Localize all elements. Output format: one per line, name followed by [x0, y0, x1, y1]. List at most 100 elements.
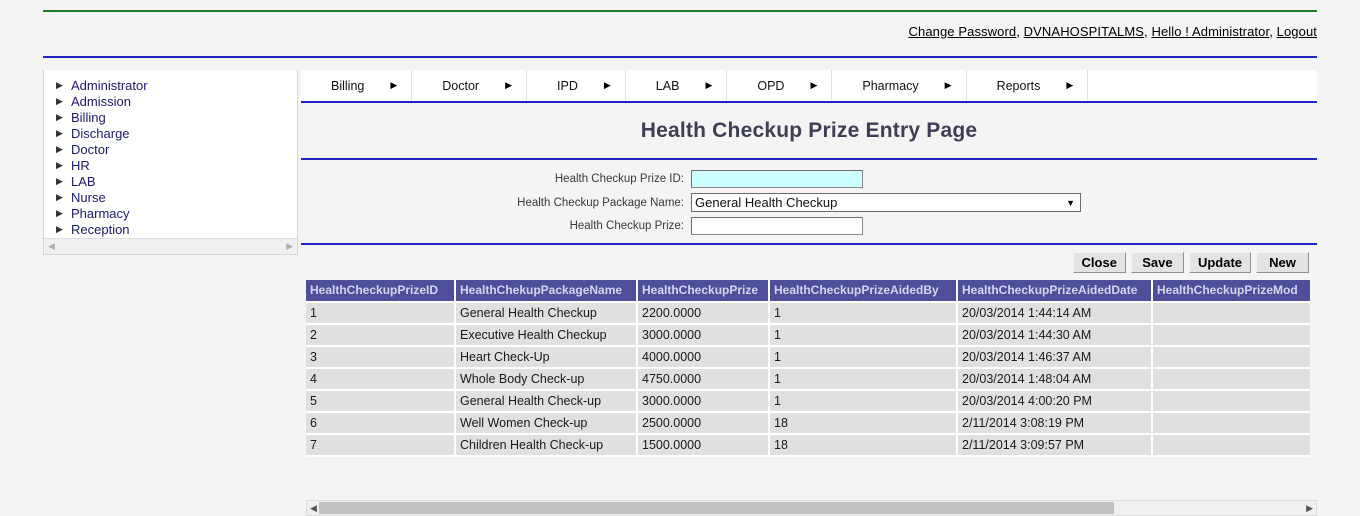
menu-item-label: IPD — [557, 78, 578, 93]
hscroll-left-arrow-icon[interactable]: ◀ — [310, 502, 317, 514]
sidebar-item-label: LAB — [71, 173, 96, 189]
save-button[interactable]: Save — [1130, 252, 1184, 273]
table-row[interactable]: 7 Children Health Check-up 1500.0000 18 2/11… — [306, 435, 1310, 457]
sidebar-item-hr[interactable]: ▶ HR — [44, 157, 297, 173]
user-greeting-link[interactable]: Hello ! Administrator — [1151, 24, 1269, 39]
header-blue-divider — [43, 56, 1317, 58]
header-green-divider — [43, 10, 1317, 12]
sidebar-item-discharge[interactable]: ▶ Discharge — [44, 125, 297, 141]
health-checkup-prize-label: Health Checkup Prize: — [569, 220, 684, 232]
chevron-right-icon: ▶ — [56, 95, 63, 106]
chevron-right-icon: ▶ — [56, 143, 63, 154]
sidebar-item-reception[interactable]: ▶ Reception — [44, 221, 297, 237]
change-password-link[interactable]: Change Password — [909, 24, 1017, 39]
table-cell: 1 — [770, 303, 958, 325]
chevron-right-icon: ▶ — [56, 127, 63, 138]
table-cell: 2/11/2014 3:08:19 PM — [958, 413, 1153, 435]
menu-item-opd[interactable]: OPD ▶ — [727, 70, 833, 101]
menu-item-lab[interactable]: LAB ▶ — [625, 70, 728, 101]
table-cell: 5 — [306, 391, 456, 413]
entry-form: Health Checkup Prize ID: Health Checkup P… — [301, 160, 1317, 245]
table-cell — [1153, 325, 1310, 347]
scroll-left-arrow-icon[interactable]: ◀ — [48, 241, 55, 252]
hscroll-right-arrow-icon[interactable]: ▶ — [1306, 502, 1313, 514]
sidebar-item-label: HR — [71, 157, 90, 173]
sidebar-horizontal-scrollbar[interactable]: ◀ ▶ — [44, 238, 297, 254]
chevron-right-icon: ▶ — [603, 80, 611, 90]
menu-item-label: Reports — [996, 78, 1041, 93]
link-separator-3: , — [1269, 24, 1277, 39]
table-row[interactable]: 2 Executive Health Checkup 3000.0000 1 20/03… — [306, 325, 1310, 347]
table-cell: 1 — [770, 325, 958, 347]
table-cell: General Health Check-up — [456, 391, 638, 413]
table-cell: 1 — [770, 391, 958, 413]
chevron-right-icon: ▶ — [56, 223, 63, 234]
table-row[interactable]: 1 General Health Checkup 2200.0000 1 20/03/2… — [306, 303, 1310, 325]
health-checkup-prize-input[interactable] — [691, 217, 863, 235]
column-header-4[interactable]: HealthCheckupPrizeAidedDate — [958, 280, 1153, 303]
chevron-right-icon: ▶ — [56, 207, 63, 218]
sidebar-item-admission[interactable]: ▶ Admission — [44, 93, 297, 109]
table-cell: 2 — [306, 325, 456, 347]
sidebar-item-label: Admission — [71, 93, 131, 109]
column-header-5[interactable]: HealthCheckupPrizeMod — [1153, 280, 1310, 303]
table-cell: Whole Body Check-up — [456, 369, 638, 391]
page-horizontal-scrollbar[interactable]: ◀ ▶ — [306, 500, 1317, 516]
chevron-right-icon: ▶ — [56, 159, 63, 170]
sidebar-item-label: Nurse — [71, 189, 106, 205]
table-cell: 20/03/2014 1:44:30 AM — [958, 325, 1153, 347]
form-row-health-checkup-package-name: Health Checkup Package Name: General Heal… — [301, 193, 1317, 212]
menu-item-pharmacy[interactable]: Pharmacy ▶ — [832, 70, 967, 101]
menu-item-billing[interactable]: Billing ▶ — [301, 70, 413, 101]
app-page: Change Password, DVNAHOSPITALMS, Hello !… — [0, 0, 1360, 516]
menu-item-ipd[interactable]: IPD ▶ — [527, 70, 626, 101]
column-header-1[interactable]: HealthChekupPackageName — [456, 280, 638, 303]
column-header-2[interactable]: HealthCheckupPrize — [638, 280, 770, 303]
sidebar-item-pharmacy[interactable]: ▶ Pharmacy — [44, 205, 297, 221]
menu-item-doctor[interactable]: Doctor ▶ — [412, 70, 528, 101]
table-cell: 18 — [770, 435, 958, 457]
chevron-down-icon[interactable]: ▼ — [1066, 198, 1077, 208]
chevron-right-icon: ▶ — [56, 175, 63, 186]
menu-item-reports[interactable]: Reports ▶ — [966, 70, 1089, 101]
table-cell: General Health Checkup — [456, 303, 638, 325]
form-row-health-checkup-prize: Health Checkup Prize: — [301, 217, 1317, 235]
new-button[interactable]: New — [1256, 252, 1309, 273]
logout-link[interactable]: Logout — [1277, 24, 1317, 39]
table-header-row: HealthCheckupPrizeID HealthChekupPackageN… — [306, 280, 1310, 303]
table-row[interactable]: 5 General Health Check-up 3000.0000 1 20/03/… — [306, 391, 1310, 413]
health-checkup-package-name-select[interactable]: General Health Checkup ▼ — [691, 193, 1081, 212]
sidebar-item-administrator[interactable]: ▶ Administrator — [44, 77, 297, 93]
sidebar-item-nurse[interactable]: ▶ Nurse — [44, 189, 297, 205]
menu-item-label: Doctor — [442, 78, 480, 93]
form-row-health-checkup-prize-id: Health Checkup Prize ID: — [301, 170, 1317, 188]
hscroll-thumb[interactable] — [319, 502, 1114, 514]
chevron-right-icon: ▶ — [944, 80, 952, 90]
sidebar-item-billing[interactable]: ▶ Billing — [44, 109, 297, 125]
health-checkup-package-name-selected-value: General Health Checkup — [695, 195, 838, 210]
chevron-right-icon: ▶ — [505, 80, 513, 90]
table-row[interactable]: 3 Heart Check-Up 4000.0000 1 20/03/2014 1:46… — [306, 347, 1310, 369]
column-header-0[interactable]: HealthCheckupPrizeID — [306, 280, 456, 303]
sidebar-item-label: Discharge — [71, 125, 130, 141]
scroll-right-arrow-icon[interactable]: ▶ — [286, 241, 293, 252]
health-checkup-prize-id-label: Health Checkup Prize ID: — [554, 173, 684, 185]
top-header-strip: Change Password, DVNAHOSPITALMS, Hello !… — [43, 10, 1317, 58]
chevron-right-icon: ▶ — [810, 80, 818, 90]
sidebar-item-doctor[interactable]: ▶ Doctor — [44, 141, 297, 157]
data-grid-container: HealthCheckupPrizeID HealthChekupPackageN… — [306, 280, 1310, 460]
table-body: 1 General Health Checkup 2200.0000 1 20/03/2… — [306, 303, 1310, 457]
table-row[interactable]: 4 Whole Body Check-up 4750.0000 1 20/03/2014… — [306, 369, 1310, 391]
table-row[interactable]: 6 Well Women Check-up 2500.0000 18 2/11/2014… — [306, 413, 1310, 435]
column-header-3[interactable]: HealthCheckupPrizeAidedBy — [770, 280, 958, 303]
content-panel: Billing ▶ Doctor ▶ IPD ▶ LAB ▶ OPD ▶ Pharmacy ▶ Repo… — [301, 70, 1317, 516]
sidebar-menu: ▶ Administrator ▶ Admission ▶ Billing ▶ Dischar… — [43, 70, 298, 255]
close-button[interactable]: Close — [1072, 252, 1126, 273]
health-checkup-prize-id-input[interactable] — [691, 170, 863, 188]
org-link[interactable]: DVNAHOSPITALMS — [1024, 24, 1144, 39]
sidebar-item-lab[interactable]: ▶ LAB — [44, 173, 297, 189]
update-button[interactable]: Update — [1188, 252, 1251, 273]
table-cell: 1 — [306, 303, 456, 325]
sidebar-list: ▶ Administrator ▶ Admission ▶ Billing ▶ Dischar… — [44, 70, 297, 237]
header-links: Change Password, DVNAHOSPITALMS, Hello !… — [909, 24, 1318, 39]
